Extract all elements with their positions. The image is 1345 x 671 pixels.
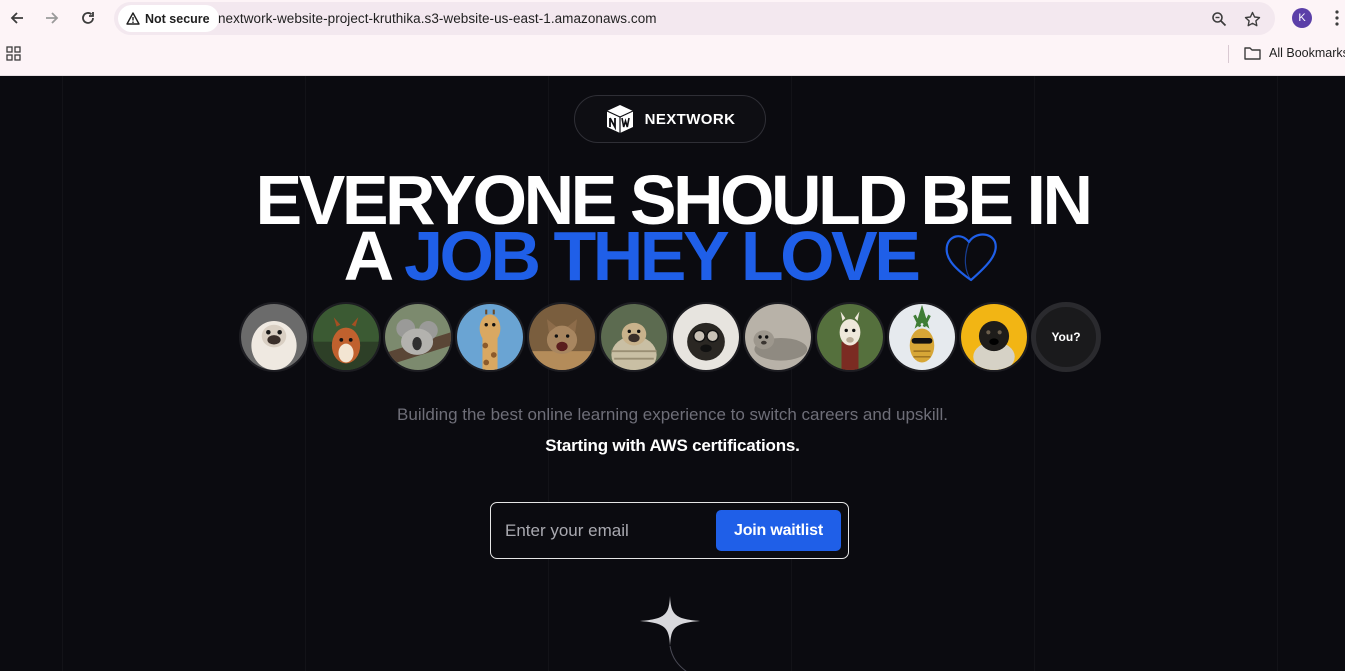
profile-avatar[interactable]: K [1292, 8, 1312, 28]
join-waitlist-button[interactable]: Join waitlist [716, 510, 841, 551]
seal-avatar [743, 302, 813, 372]
kebab-menu-icon [1335, 10, 1339, 26]
logo-text: NEXTWORK [644, 110, 736, 128]
heart-icon [945, 233, 998, 282]
you-avatar: You? [1031, 302, 1101, 372]
security-label: Not secure [145, 11, 210, 26]
warning-icon [126, 12, 140, 25]
reload-icon [82, 12, 94, 24]
nextwork-cube-icon [606, 105, 633, 133]
squirrel-avatar [311, 302, 381, 372]
giraffe-avatar [455, 302, 525, 372]
headline-line-2: A JOB THEY LOVE [0, 221, 1345, 291]
pug-goggles-avatar [671, 302, 741, 372]
pug-yellow-avatar [959, 302, 1029, 372]
forward-button[interactable] [40, 6, 64, 30]
browser-chrome: Not secure nextwork-website-project-krut… [0, 0, 1345, 76]
email-input[interactable] [505, 517, 705, 545]
forward-icon [46, 12, 59, 24]
url-text[interactable]: nextwork-website-project-kruthika.s3-web… [218, 11, 657, 26]
address-bar[interactable]: Not secure nextwork-website-project-krut… [114, 2, 1275, 35]
cat-avatar [527, 302, 597, 372]
page-content: NEXTWORK EVERYONE SHOULD BE IN A JOB THE… [0, 76, 1345, 671]
background-grid-line [62, 76, 63, 671]
llama-avatar [815, 302, 885, 372]
security-chip[interactable]: Not secure [118, 5, 219, 32]
star-icon [1244, 11, 1260, 26]
headline-highlight: JOB THEY LOVE [404, 217, 921, 295]
background-grid-line [1277, 76, 1278, 671]
zoom-icon [1212, 12, 1227, 27]
apps-grid-icon [6, 46, 21, 61]
all-bookmarks-button[interactable]: All Bookmarks [1244, 46, 1345, 60]
folder-icon [1244, 47, 1261, 60]
apps-button[interactable] [6, 46, 22, 62]
nextwork-logo[interactable]: NEXTWORK [574, 95, 766, 143]
back-button[interactable] [5, 6, 29, 30]
zoom-button[interactable] [1209, 9, 1229, 29]
bookmark-star-button[interactable] [1242, 9, 1262, 29]
hero-headline: EVERYONE SHOULD BE IN A JOB THEY LOVE [0, 165, 1345, 291]
pug-blanket-avatar [599, 302, 669, 372]
waitlist-form: Join waitlist [490, 502, 849, 559]
pug-avatar [239, 302, 309, 372]
pineapple-avatar [887, 302, 957, 372]
sparkle-icon [640, 596, 700, 671]
bookmarks-divider [1228, 45, 1229, 63]
back-icon [10, 12, 23, 24]
reload-button[interactable] [76, 6, 100, 30]
koala-avatar [383, 302, 453, 372]
avatar-row: You? [239, 302, 1101, 372]
hero-subtitle-bold: Starting with AWS certifications. [545, 436, 800, 455]
hero-subtitle: Building the best online learning experi… [397, 405, 948, 424]
headline-prefix: A [343, 217, 392, 295]
all-bookmarks-label: All Bookmarks [1269, 46, 1345, 60]
browser-menu-button[interactable] [1328, 7, 1345, 29]
